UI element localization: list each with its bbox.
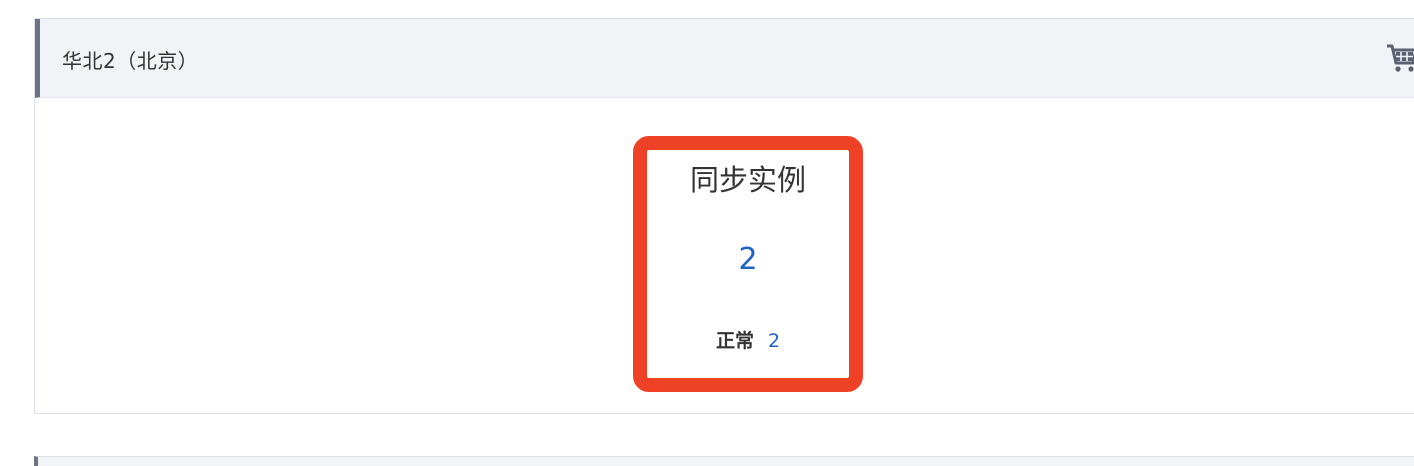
- instance-count-link[interactable]: 2: [647, 242, 849, 277]
- next-region-panel: [34, 456, 1414, 466]
- status-label: 正常: [715, 330, 754, 352]
- region-title: 华北2（北京）: [62, 49, 199, 73]
- shopping-cart-icon[interactable]: [1385, 41, 1414, 75]
- sync-instance-card: 同步实例 2 正常 2: [633, 136, 863, 392]
- status-row: 正常 2: [647, 326, 849, 353]
- region-header: 华北2（北京）: [35, 19, 1414, 98]
- status-count-link[interactable]: 2: [768, 330, 780, 352]
- card-title: 同步实例: [689, 163, 806, 197]
- region-panel: 华北2（北京） 同步实例 2 正常 2: [34, 18, 1414, 414]
